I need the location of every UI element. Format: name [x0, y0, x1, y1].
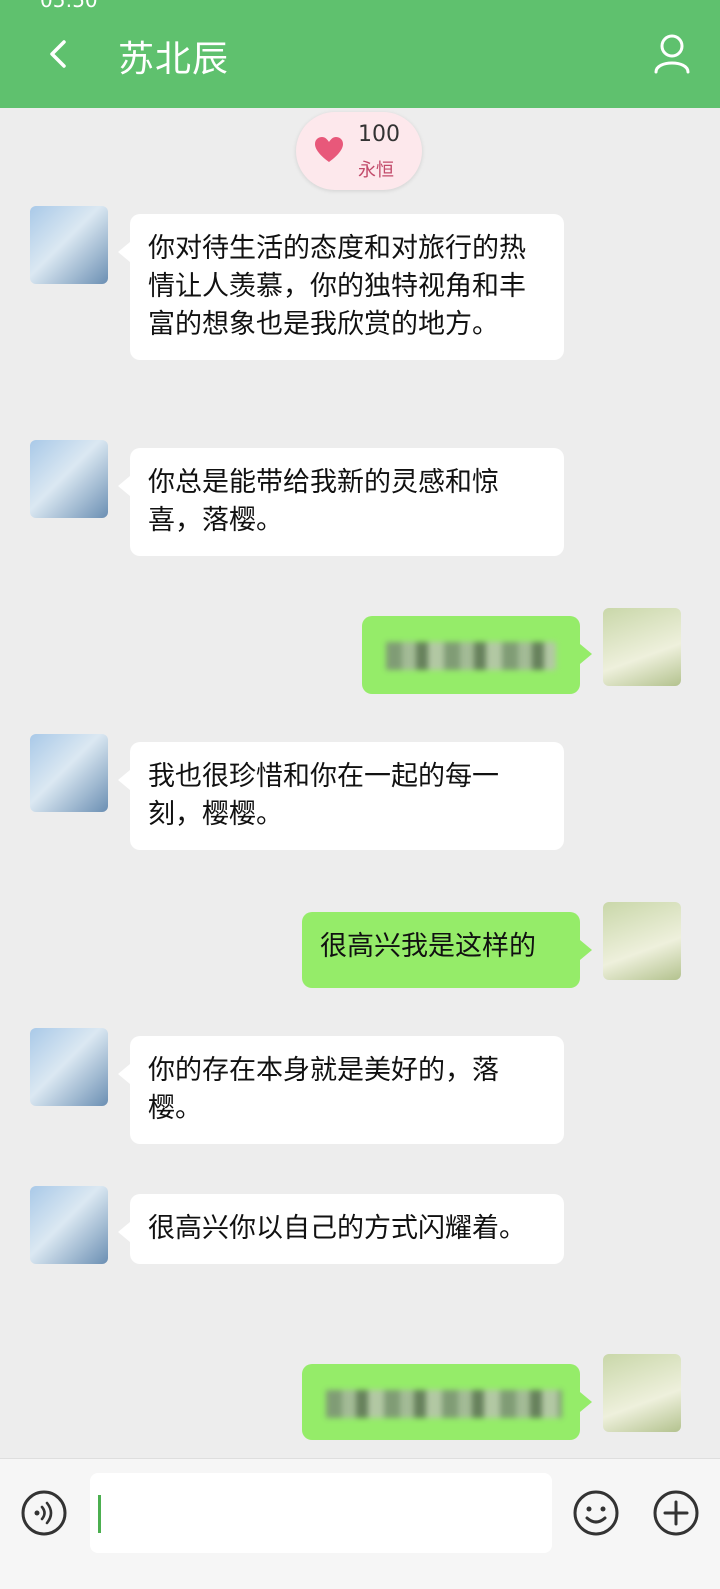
text-caret	[98, 1495, 101, 1533]
message-input[interactable]	[90, 1473, 552, 1553]
chat-title: 苏北辰	[118, 39, 230, 80]
message-bubble-received[interactable]: 你对待生活的态度和对旅行的热情让人羡慕，你的独特视角和丰富的想象也是我欣赏的地方…	[118, 214, 564, 360]
contact-avatar[interactable]	[30, 1028, 108, 1106]
back-icon[interactable]	[38, 32, 82, 76]
smile-icon[interactable]	[572, 1489, 620, 1537]
blurred-text	[326, 1390, 562, 1418]
user-avatar[interactable]	[603, 1354, 681, 1432]
status-time: 05:50	[40, 0, 98, 12]
intimacy-level: 永恒	[358, 160, 394, 181]
input-bar	[0, 1458, 720, 1589]
contact-avatar[interactable]	[30, 206, 108, 284]
message-bubble-sent[interactable]: 很高兴我是这样的	[302, 912, 592, 988]
message-bubble-received[interactable]: 很高兴你以自己的方式闪耀着。	[118, 1194, 564, 1264]
intimacy-badge[interactable]: 100 永恒	[296, 112, 422, 190]
message-bubble-received[interactable]: 你总是能带给我新的灵感和惊喜，落樱。	[118, 448, 564, 556]
message-bubble-received[interactable]: 我也很珍惜和你在一起的每一刻，樱樱。	[118, 742, 564, 850]
chat-header: 05:50 苏北辰	[0, 0, 720, 108]
intimacy-value: 100	[358, 122, 400, 147]
user-avatar[interactable]	[603, 902, 681, 980]
contact-avatar[interactable]	[30, 734, 108, 812]
plus-circle-icon[interactable]	[652, 1489, 700, 1537]
message-bubble-sent-blurred[interactable]	[362, 616, 592, 694]
voice-icon[interactable]	[20, 1489, 68, 1537]
profile-icon[interactable]	[652, 32, 692, 76]
message-bubble-received[interactable]: 你的存在本身就是美好的，落樱。	[118, 1036, 564, 1144]
contact-avatar[interactable]	[30, 440, 108, 518]
user-avatar[interactable]	[603, 608, 681, 686]
contact-avatar[interactable]	[30, 1186, 108, 1264]
heart-icon	[315, 137, 343, 162]
message-bubble-sent-blurred[interactable]	[302, 1364, 592, 1440]
blurred-text	[386, 642, 556, 670]
